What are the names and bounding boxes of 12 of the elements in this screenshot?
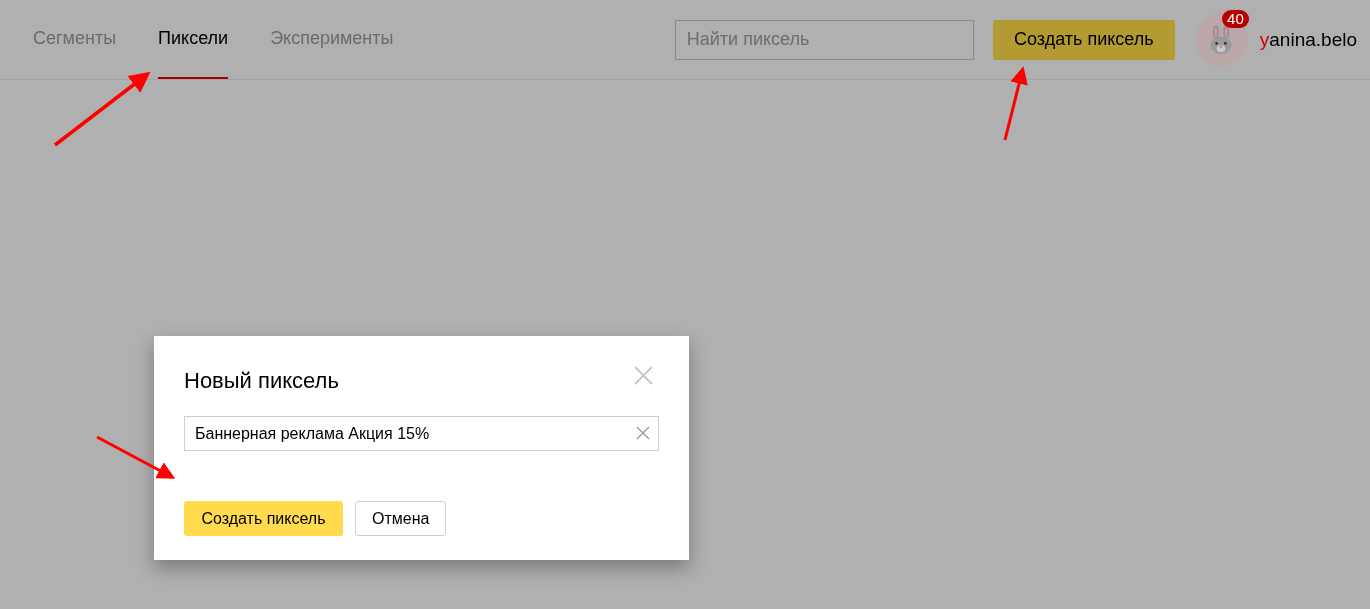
avatar[interactable]: 40 [1194, 13, 1248, 66]
create-pixel-button[interactable]: Создать пиксель [184, 501, 343, 536]
cancel-button[interactable]: Отмена [355, 501, 447, 536]
search-field[interactable]: Найти пиксель [674, 19, 974, 60]
username[interactable]: yanina.belo [1259, 28, 1357, 51]
clear-icon[interactable] [636, 426, 650, 440]
notification-badge: 40 [1222, 10, 1249, 28]
tab[interactable]: Пиксели [158, 0, 229, 79]
dialog-title: Новый пиксель [184, 368, 339, 394]
create-pixel-button[interactable]: Создать пиксель [992, 19, 1175, 60]
name-input-field[interactable]: Баннерная реклама Акция 15% [184, 416, 659, 451]
close-icon[interactable] [634, 366, 653, 385]
